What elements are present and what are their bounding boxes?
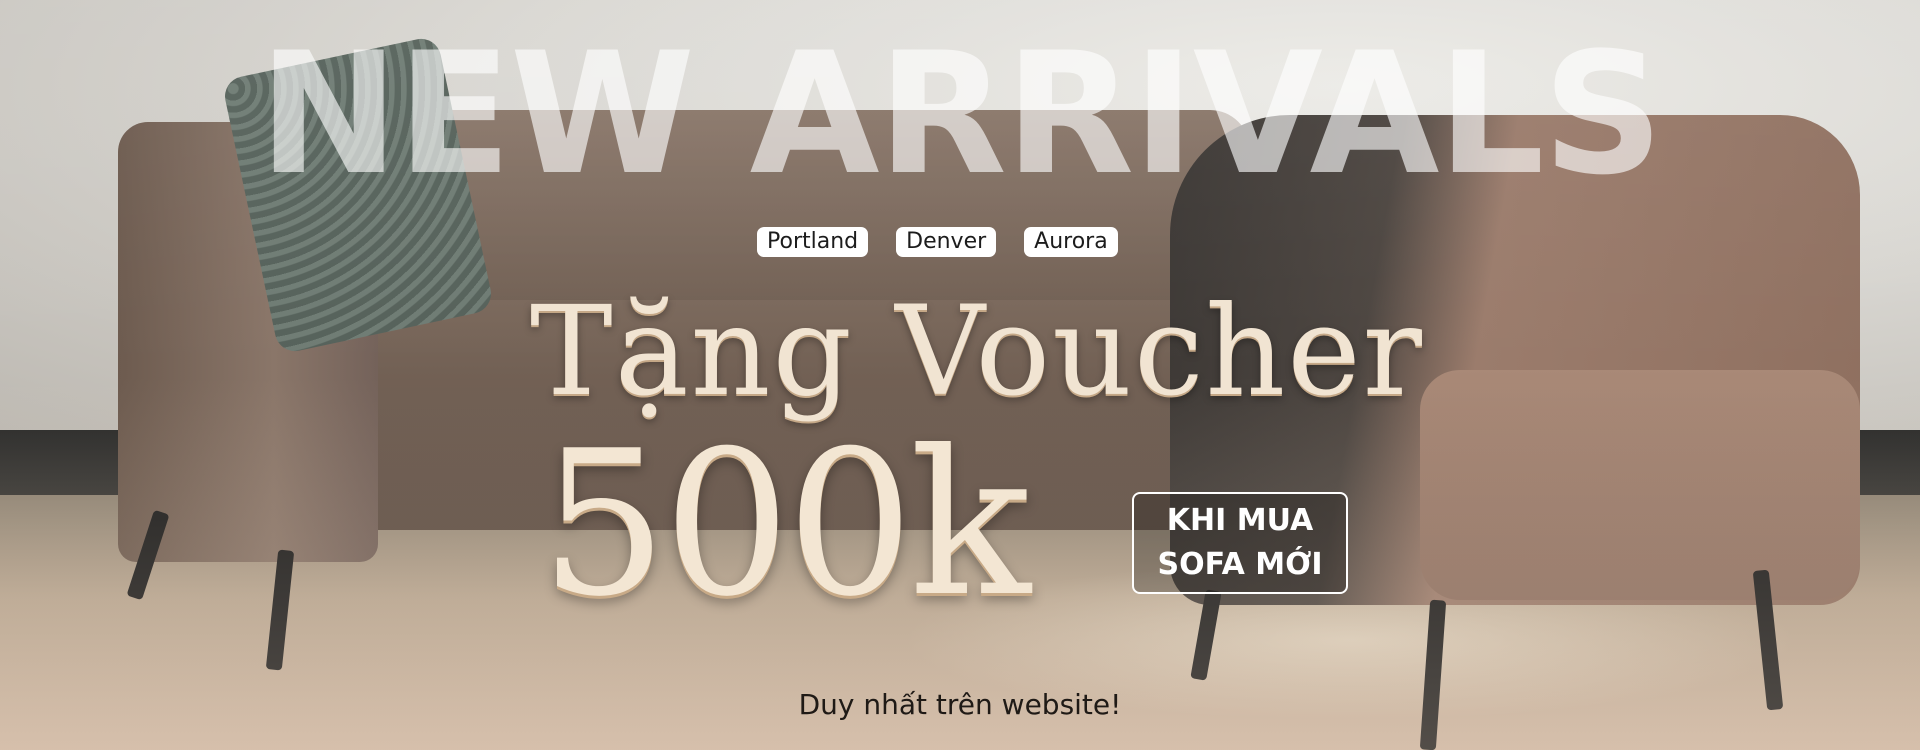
condition-line-2: SOFA MỚI	[1157, 547, 1323, 582]
city-tag-portland: Portland	[757, 227, 869, 257]
condition-line-1: KHI MUA	[1166, 503, 1314, 538]
tagline: Duy nhất trên website!	[798, 688, 1122, 721]
voucher-amount: 500k	[540, 408, 1031, 641]
city-tag-denver: Denver	[896, 227, 997, 257]
voucher-title: Tặng Voucher	[530, 280, 1424, 424]
headline: NEW ARRIVALS	[258, 16, 1663, 212]
promo-banner[interactable]: NEW ARRIVALS Portland Denver Aurora Tặng…	[0, 0, 1920, 750]
city-tag-aurora: Aurora	[1024, 227, 1118, 257]
city-tags: Portland Denver Aurora	[757, 227, 1118, 257]
condition-badge: KHI MUA SOFA MỚI	[1132, 492, 1348, 594]
